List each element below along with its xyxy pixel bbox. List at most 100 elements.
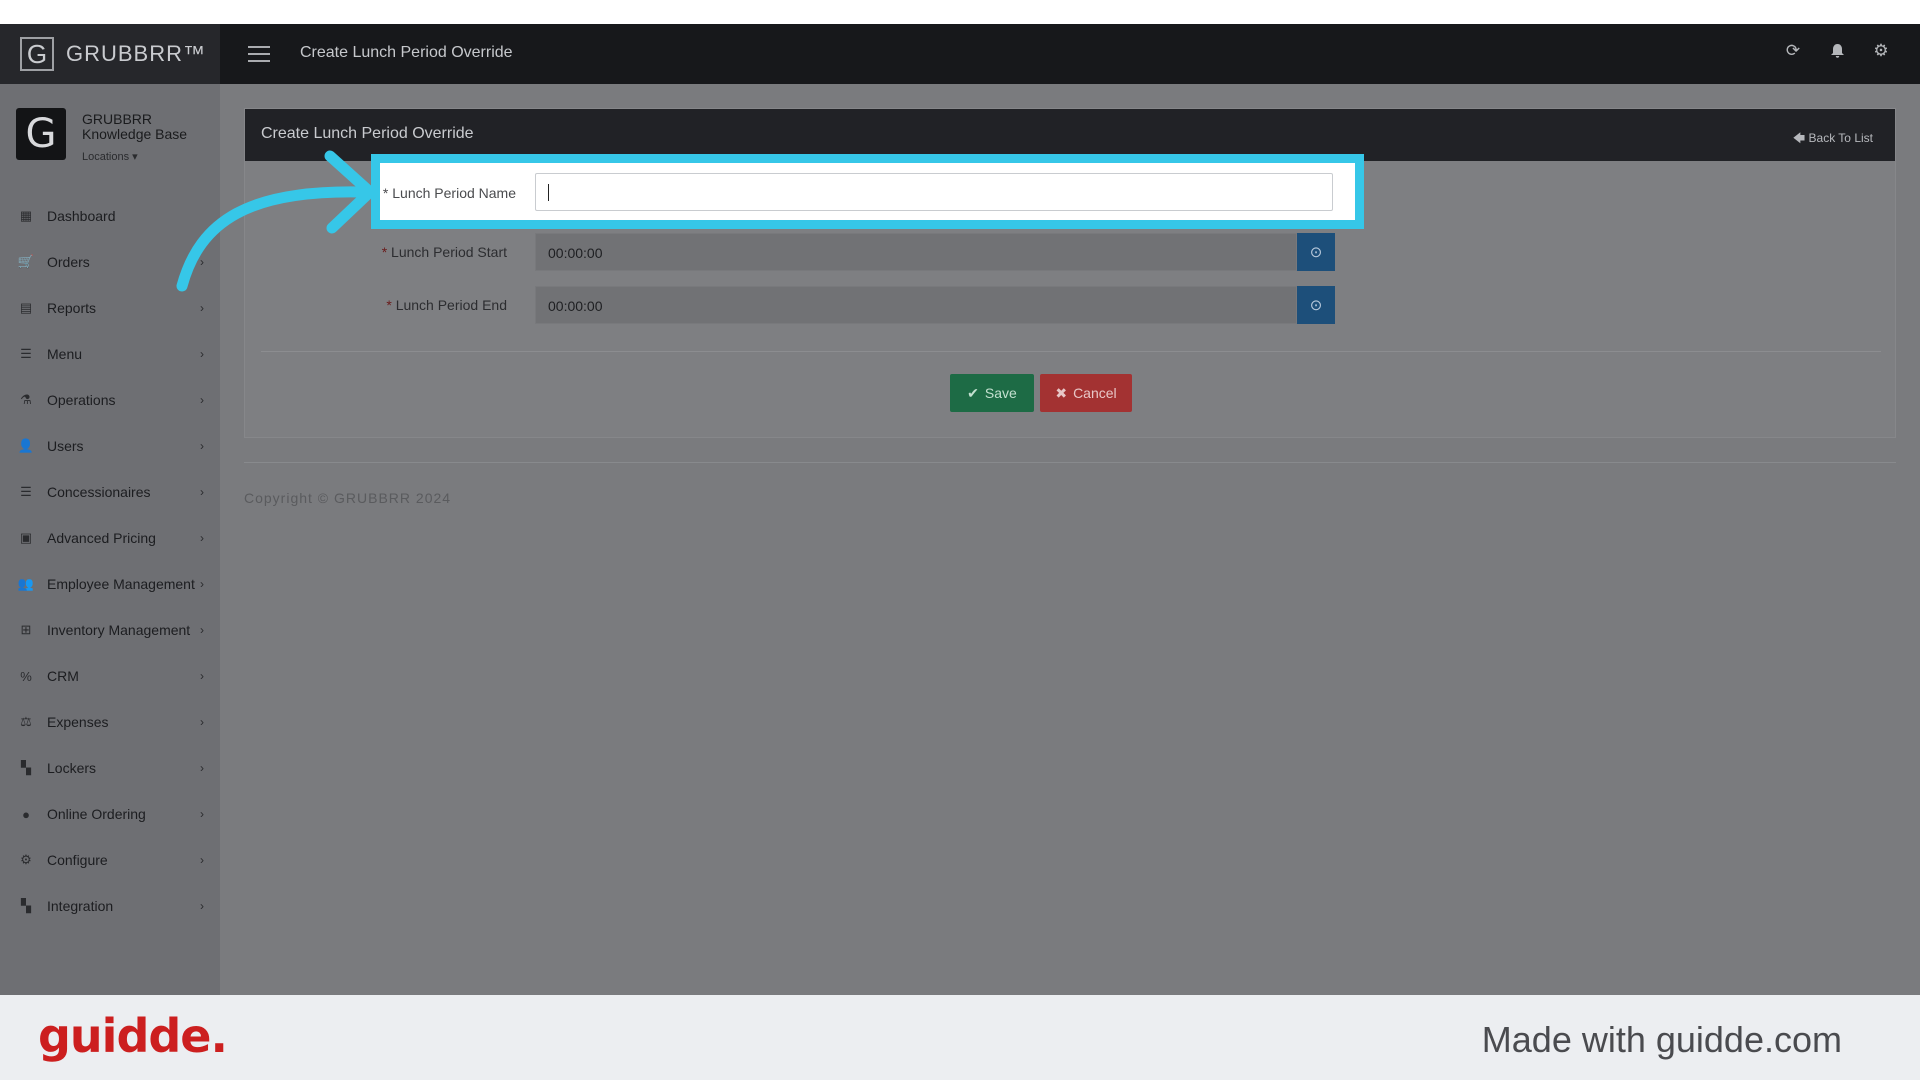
- sidebar-item-online-ordering[interactable]: ● Online Ordering ›: [0, 791, 220, 837]
- gear-icon[interactable]: ⚙: [1872, 41, 1890, 60]
- chevron-right-icon: ›: [200, 439, 204, 453]
- lunch-period-name-input[interactable]: [535, 173, 1333, 211]
- clock-icon[interactable]: ⊙: [1297, 233, 1335, 271]
- top-icons: ⟳ ⚙: [1784, 41, 1890, 60]
- sidebar-item-lockers[interactable]: ▚ Lockers ›: [0, 745, 220, 791]
- save-label: Save: [984, 385, 1017, 401]
- sidebar-item-operations[interactable]: ⚗ Operations ›: [0, 377, 220, 423]
- form-divider: [261, 351, 1881, 352]
- chevron-right-icon: ›: [200, 393, 204, 407]
- user-add-icon: 👤: [17, 438, 35, 453]
- sidebar-item-employee-management[interactable]: 👥 Employee Management ›: [0, 561, 220, 607]
- guidde-footer: guidde. Made with guidde.com: [0, 995, 1920, 1080]
- chevron-right-icon: ›: [200, 899, 204, 913]
- back-to-list-link[interactable]: 🡄 Back To List: [1793, 129, 1873, 150]
- chevron-right-icon: ›: [200, 715, 204, 729]
- chevron-right-icon: ›: [200, 347, 204, 361]
- sidebar-item-label: Expenses: [47, 714, 109, 730]
- link-icon: %: [20, 668, 32, 684]
- sidebar-item-label: Online Ordering: [47, 806, 146, 822]
- lockers-icon: ▚: [21, 760, 31, 775]
- lunch-period-end-label: * Lunch Period End: [386, 297, 507, 313]
- profile-name: GRUBBRR Knowledge Base: [82, 111, 188, 142]
- menu-list-icon: ☰: [20, 346, 32, 361]
- sidebar-item-configure[interactable]: ⚙ Configure ›: [0, 837, 220, 883]
- footer-divider: [244, 462, 1896, 463]
- flask-icon: ⚗: [20, 392, 32, 407]
- chevron-right-icon: ›: [200, 807, 204, 821]
- top-strip: [0, 0, 1920, 24]
- highlighted-name-field: * Lunch Period Name: [371, 154, 1364, 229]
- globe-icon: ●: [22, 806, 30, 822]
- avatar: G: [16, 108, 66, 160]
- lunch-period-end-row: * Lunch Period End 00:00:00 ⊙: [245, 286, 1895, 324]
- sidebar-item-advanced-pricing[interactable]: ▣ Advanced Pricing ›: [0, 515, 220, 561]
- chevron-right-icon: ›: [200, 577, 204, 591]
- sidebar-item-label: Concessionaires: [47, 484, 151, 500]
- sidebar-item-label: Configure: [47, 852, 108, 868]
- chevron-right-icon: ›: [200, 301, 204, 315]
- balance-icon: ⚖: [20, 714, 32, 729]
- sidebar-item-menu[interactable]: ☰ Menu ›: [0, 331, 220, 377]
- sidebar-item-concessionaires[interactable]: ☰ Concessionaires ›: [0, 469, 220, 515]
- chevron-right-icon: ›: [200, 623, 204, 637]
- locations-dropdown[interactable]: Locations ▾: [82, 150, 138, 163]
- text-caret: [548, 184, 549, 201]
- refresh-icon[interactable]: ⟳: [1784, 41, 1802, 60]
- chevron-right-icon: ›: [200, 485, 204, 499]
- clock-icon[interactable]: ⊙: [1297, 286, 1335, 324]
- save-button[interactable]: ✔ Save: [950, 374, 1034, 412]
- page-title: Create Lunch Period Override: [300, 44, 513, 61]
- sidebar-item-users[interactable]: 👤 Users ›: [0, 423, 220, 469]
- copyright: Copyright © GRUBBRR 2024: [244, 490, 452, 506]
- sidebar-nav: ▦ Dashboard 🛒 Orders › ▤ Reports › ☰ Menu › ⚗ Operat…: [0, 193, 220, 929]
- sidebar-item-label: Users: [47, 438, 84, 454]
- sitemap-icon: ⊞: [20, 622, 32, 637]
- cart-icon: 🛒: [17, 254, 35, 269]
- brand-name: GRUBBRR™: [66, 41, 207, 66]
- chevron-right-icon: ›: [200, 761, 204, 775]
- sidebar-item-label: Operations: [47, 392, 116, 408]
- sidebar-item-integration[interactable]: ▚ Integration ›: [0, 883, 220, 929]
- lunch-period-start-label: * Lunch Period Start: [381, 244, 507, 260]
- sidebar-item-label: Menu: [47, 346, 83, 362]
- cog-icon: ⚙: [20, 852, 32, 867]
- sidebar-item-label: CRM: [47, 668, 79, 684]
- top-navbar: G GRUBBRR™ Create Lunch Period Override …: [0, 24, 1920, 84]
- cancel-button[interactable]: ✖ Cancel: [1040, 374, 1132, 412]
- dashboard-icon: ▦: [19, 208, 33, 223]
- sidebar-item-label: Employee Management: [47, 576, 195, 592]
- sidebar-item-inventory-management[interactable]: ⊞ Inventory Management ›: [0, 607, 220, 653]
- sidebar-item-label: Lockers: [47, 760, 97, 776]
- close-icon: ✖: [1055, 384, 1068, 401]
- lunch-period-start-row: * Lunch Period Start 00:00:00 ⊙: [245, 233, 1895, 271]
- plug-icon: ▚: [21, 898, 31, 913]
- sidebar-item-label: Dashboard: [47, 208, 116, 224]
- check-icon: ✔: [967, 384, 979, 401]
- sidebar-item-label: Advanced Pricing: [47, 530, 156, 546]
- users-icon: 👥: [17, 576, 35, 591]
- cancel-label: Cancel: [1073, 385, 1117, 401]
- brand[interactable]: G GRUBBRR™: [0, 24, 220, 84]
- made-with-text: Made with guidde.com: [1481, 1019, 1842, 1060]
- sidebar-item-label: Reports: [47, 300, 97, 316]
- brand-logo-icon: G: [20, 37, 54, 71]
- sidebar-item-crm[interactable]: % CRM ›: [0, 653, 220, 699]
- money-icon: ▣: [19, 530, 33, 545]
- sidebar-item-label: Inventory Management: [47, 622, 191, 638]
- chevron-right-icon: ›: [200, 531, 204, 545]
- guidde-logo: guidde.: [38, 1009, 228, 1063]
- report-icon: ▤: [19, 300, 33, 315]
- chevron-right-icon: ›: [200, 669, 204, 683]
- lunch-period-start-input[interactable]: 00:00:00: [535, 233, 1297, 271]
- lunch-period-end-input[interactable]: 00:00:00: [535, 286, 1297, 324]
- pointer-arrow-icon: [176, 150, 376, 292]
- bell-icon[interactable]: [1828, 42, 1846, 60]
- hamburger-menu-icon[interactable]: [248, 46, 270, 62]
- lunch-period-name-label: * Lunch Period Name: [382, 185, 516, 201]
- sidebar-item-expenses[interactable]: ⚖ Expenses ›: [0, 699, 220, 745]
- list-icon: ☰: [20, 484, 32, 499]
- chevron-right-icon: ›: [200, 853, 204, 867]
- sidebar-item-label: Orders: [47, 254, 90, 270]
- sidebar-item-label: Integration: [47, 898, 114, 914]
